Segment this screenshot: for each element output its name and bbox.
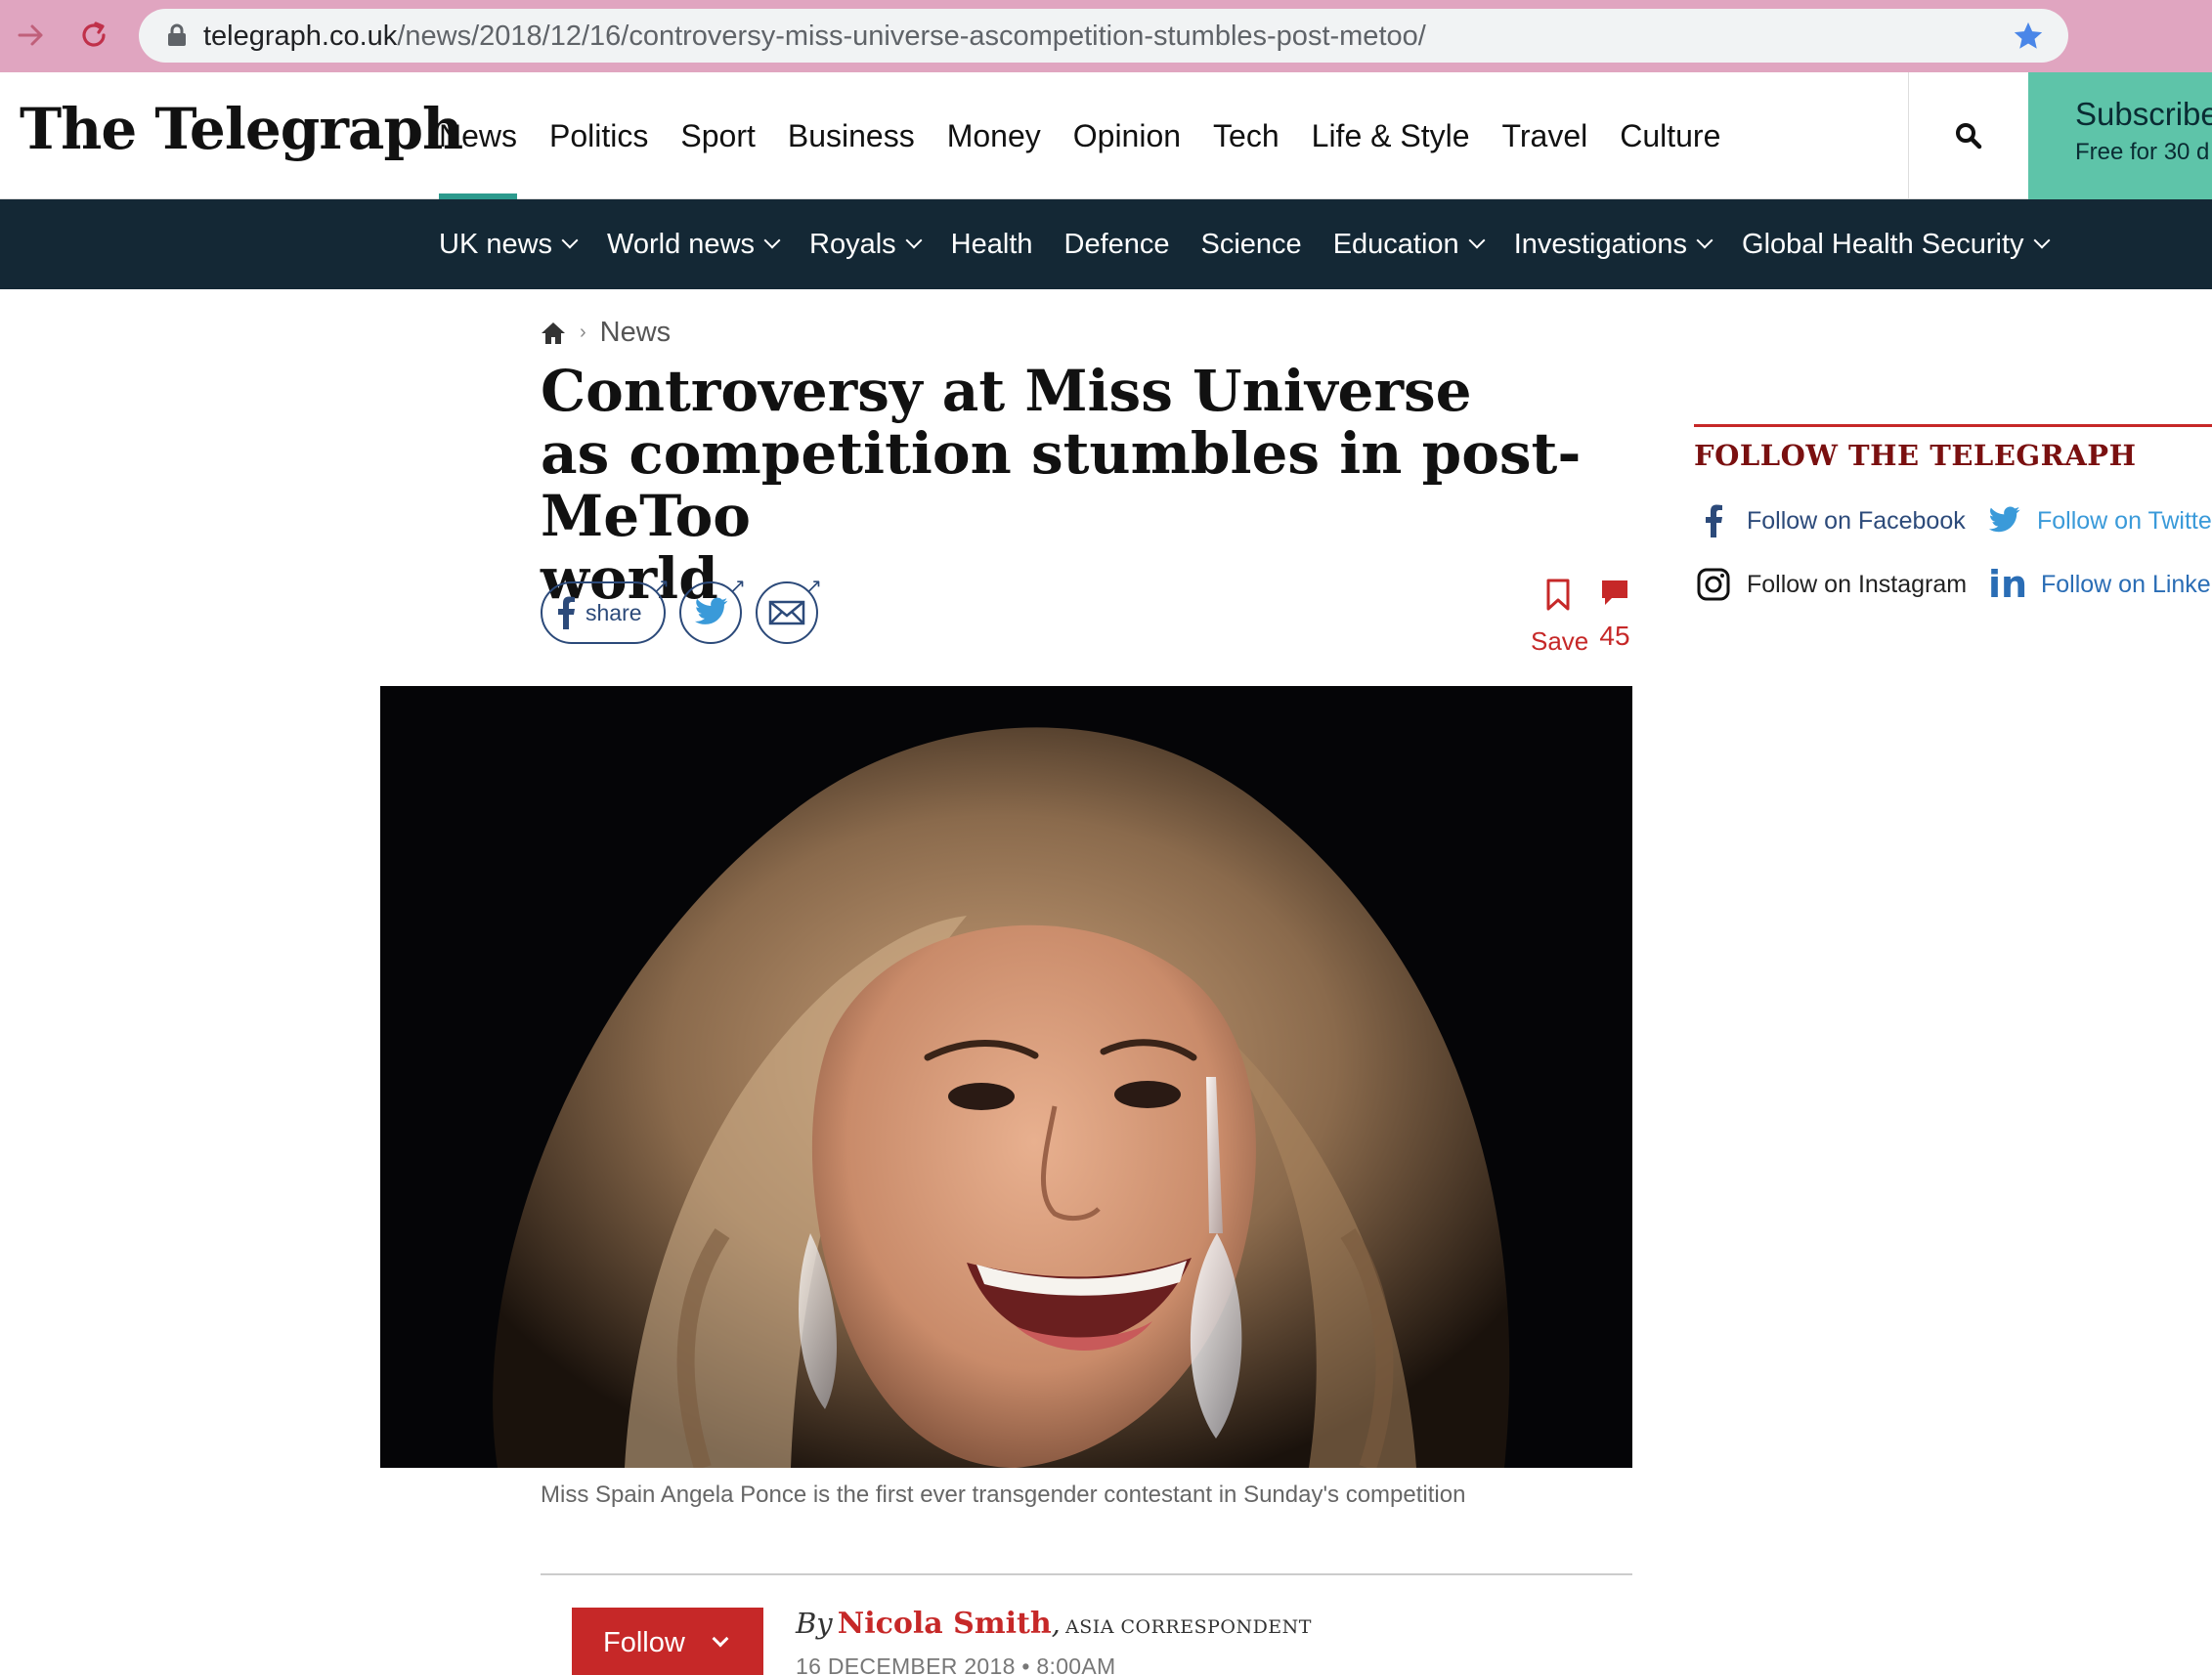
url-text: telegraph.co.uk/news/2018/12/16/controve… xyxy=(203,21,1426,52)
nav-sport[interactable]: Sport xyxy=(680,72,755,199)
chevron-down-icon xyxy=(1468,232,1486,249)
telegraph-logo[interactable]: The Telegraph xyxy=(20,96,463,162)
nav-life-style[interactable]: Life & Style xyxy=(1312,72,1470,199)
subnav-science[interactable]: Science xyxy=(1201,229,1302,261)
subnav-defence[interactable]: Defence xyxy=(1064,229,1170,261)
hero-photo xyxy=(380,686,1632,1468)
comments-button[interactable]: 45 xyxy=(1595,579,1634,652)
facebook-share-button[interactable]: share ↗ xyxy=(541,576,670,644)
facebook-icon xyxy=(1694,501,1733,540)
byline: By Nicola Smith, ASIA CORRESPONDENT xyxy=(796,1607,1312,1641)
external-arrow-icon: ↗ xyxy=(653,576,670,597)
nav-tech[interactable]: Tech xyxy=(1213,72,1279,199)
linkedin-icon: in xyxy=(1987,563,2028,606)
browser-toolbar: telegraph.co.uk/news/2018/12/16/controve… xyxy=(0,0,2212,72)
publish-date: 16 DECEMBER 2018 • 8:00AM xyxy=(796,1654,1116,1675)
follow-instagram-link[interactable]: Follow on Instagram xyxy=(1694,565,1967,604)
nav-business[interactable]: Business xyxy=(788,72,915,199)
address-bar[interactable]: telegraph.co.uk/news/2018/12/16/controve… xyxy=(139,9,2068,63)
instagram-icon xyxy=(1694,565,1733,604)
chevron-down-icon xyxy=(763,232,781,249)
nav-opinion[interactable]: Opinion xyxy=(1073,72,1181,199)
subnav-education[interactable]: Education xyxy=(1333,229,1486,261)
share-buttons: share ↗ ↗ ↗ xyxy=(541,576,832,646)
nav-politics[interactable]: Politics xyxy=(549,72,648,199)
twitter-share-button[interactable]: ↗ xyxy=(679,576,746,644)
hero-image xyxy=(380,686,1632,1468)
nav-travel[interactable]: Travel xyxy=(1502,72,1588,199)
panel-title: FOLLOW THE TELEGRAPH xyxy=(1694,439,2137,472)
breadcrumb-separator: › xyxy=(580,322,586,343)
author-role: ASIA CORRESPONDENT xyxy=(1064,1616,1312,1638)
follow-facebook-link[interactable]: Follow on Facebook xyxy=(1694,501,1966,540)
nav-culture[interactable]: Culture xyxy=(1620,72,1720,199)
subscribe-offer: Free for 30 d xyxy=(2075,139,2210,165)
author-link[interactable]: Nicola Smith xyxy=(838,1607,1052,1641)
external-arrow-icon: ↗ xyxy=(729,576,746,597)
subnav-royals[interactable]: Royals xyxy=(809,229,923,261)
search-button[interactable] xyxy=(1908,72,2028,199)
article-headline: Controversy at Miss Universe as competit… xyxy=(541,358,1582,612)
follow-author-button[interactable]: Follow xyxy=(572,1608,763,1675)
subnav-uk-news[interactable]: UK news xyxy=(439,229,579,261)
chevron-down-icon xyxy=(712,1630,729,1648)
subscribe-button[interactable]: Subscribe Free for 30 d xyxy=(2028,72,2212,199)
chevron-down-icon xyxy=(1696,232,1713,249)
breadcrumb: › News xyxy=(541,317,671,349)
lock-icon xyxy=(168,23,186,46)
email-share-button[interactable]: ↗ xyxy=(756,576,822,644)
bookmark-star-icon[interactable] xyxy=(2012,20,2045,53)
bookmark-icon xyxy=(1546,579,1570,611)
envelope-icon xyxy=(768,600,805,625)
subnav-health[interactable]: Health xyxy=(951,229,1033,261)
comment-count: 45 xyxy=(1599,621,1630,651)
divider xyxy=(541,1573,1632,1575)
nav-news[interactable]: News xyxy=(439,72,518,199)
search-icon xyxy=(1956,123,1982,150)
twitter-icon xyxy=(694,597,728,624)
follow-telegraph-panel: FOLLOW THE TELEGRAPH xyxy=(1694,424,2212,472)
facebook-icon xyxy=(558,596,575,629)
subscribe-label: Subscribe xyxy=(2075,96,2212,132)
subnav-world-news[interactable]: World news xyxy=(607,229,781,261)
reload-icon xyxy=(82,21,106,47)
section-subnav: UK news World news Royals Health Defence… xyxy=(0,199,2212,289)
arrow-right-icon xyxy=(18,24,43,46)
image-caption: Miss Spain Angela Ponce is the first eve… xyxy=(541,1482,1466,1508)
home-icon[interactable] xyxy=(541,321,566,346)
follow-twitter-link[interactable]: Follow on Twitte xyxy=(1984,501,2212,540)
main-nav: News Politics Sport Business Money Opini… xyxy=(439,72,1753,199)
reload-button[interactable] xyxy=(74,16,113,55)
comment-icon xyxy=(1602,580,1627,605)
nav-money[interactable]: Money xyxy=(947,72,1041,199)
chevron-down-icon xyxy=(561,232,579,249)
subnav-global-health-security[interactable]: Global Health Security xyxy=(1742,229,2051,261)
save-button[interactable]: Save xyxy=(1531,579,1588,657)
follow-linkedin-link[interactable]: in Follow on Linke xyxy=(1987,563,2211,606)
chevron-down-icon xyxy=(2033,232,2051,249)
external-arrow-icon: ↗ xyxy=(805,576,822,597)
breadcrumb-news[interactable]: News xyxy=(600,317,672,349)
subnav-investigations[interactable]: Investigations xyxy=(1514,229,1713,261)
forward-button[interactable] xyxy=(12,16,51,55)
twitter-icon xyxy=(1984,501,2023,540)
site-header: The Telegraph News Politics Sport Busine… xyxy=(0,72,2212,199)
chevron-down-icon xyxy=(905,232,923,249)
